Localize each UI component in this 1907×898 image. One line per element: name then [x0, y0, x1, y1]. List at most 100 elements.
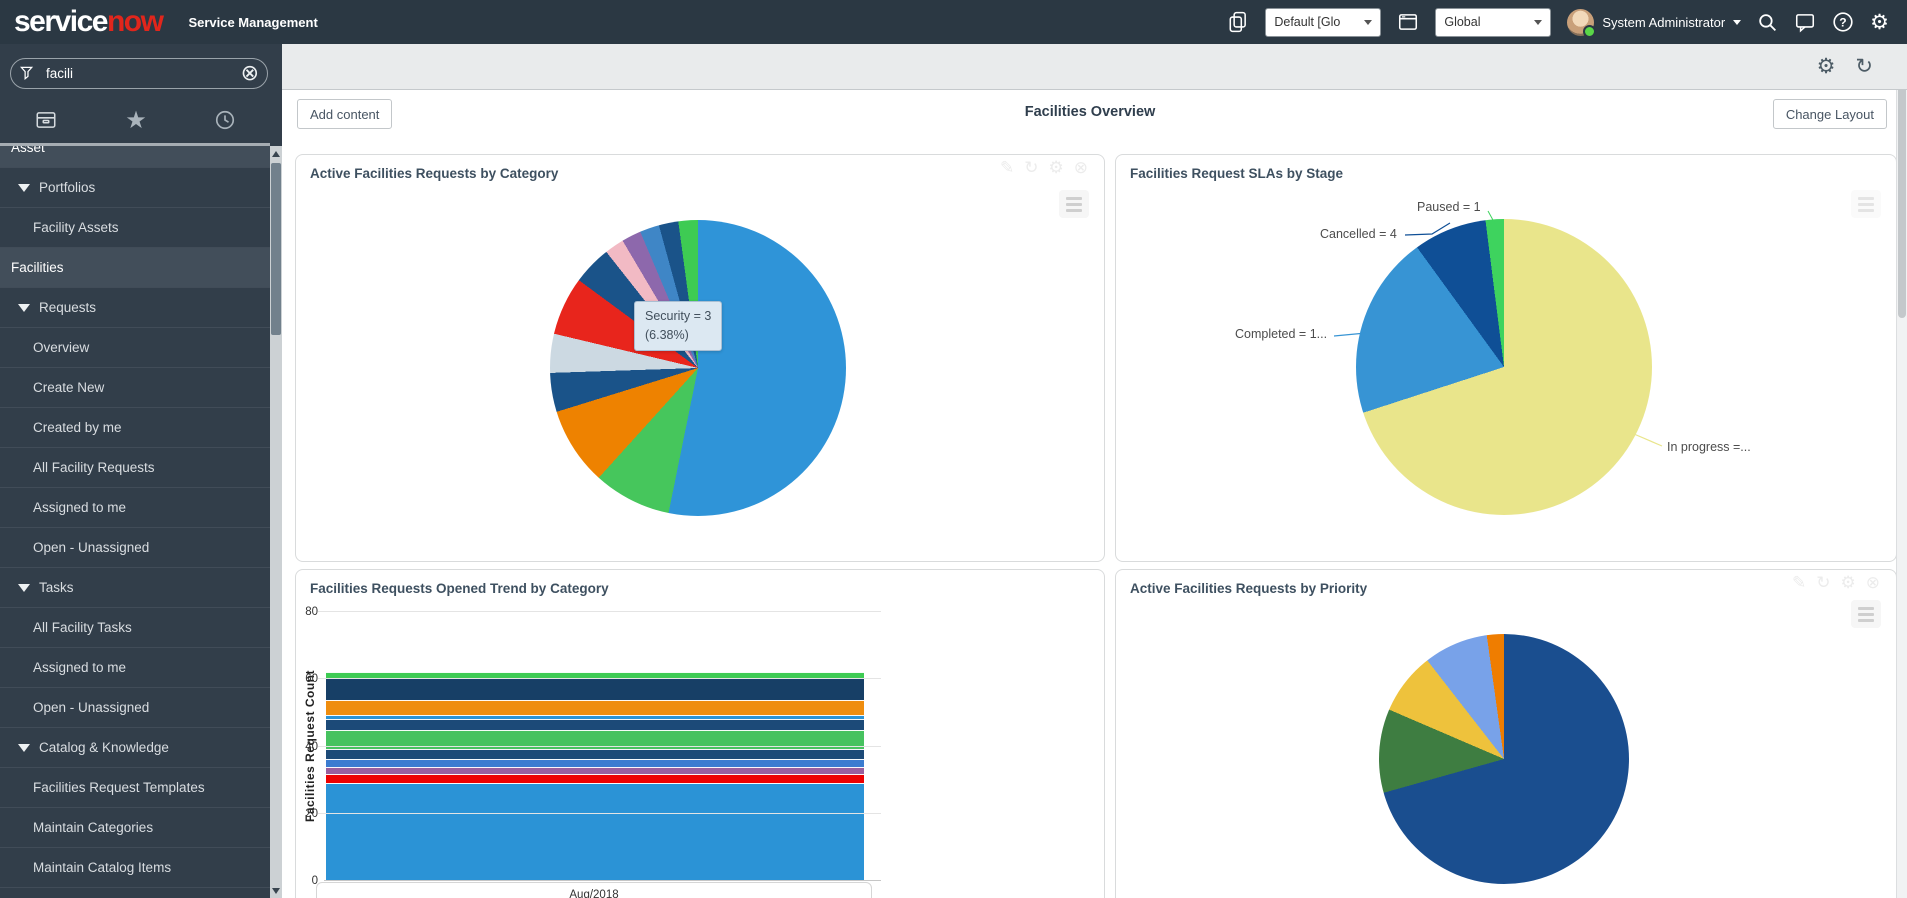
- sidebar-item-label: Create New: [33, 380, 104, 395]
- servicenow-logo[interactable]: servicenow: [14, 7, 162, 37]
- panel-requests-by-category: Active Facilities Requests by Category ✎…: [295, 154, 1105, 562]
- pie-chart-category[interactable]: [550, 220, 846, 516]
- panel-title: Facilities Request SLAs by Stage: [1130, 166, 1343, 181]
- sidebar-item-all-facility-tasks-12[interactable]: All Facility Tasks: [0, 608, 270, 648]
- chevron-down-icon: [18, 744, 30, 752]
- sidebar-item-catalog-knowledge-15[interactable]: Catalog & Knowledge: [0, 728, 270, 768]
- sidebar-item-facilities-3[interactable]: Facilities: [0, 248, 270, 288]
- sidebar-item-label: Created by me: [33, 420, 122, 435]
- x-axis-navigator[interactable]: Aug/2018: [316, 882, 872, 898]
- servicenow-app: servicenow Service Management Default [G…: [0, 0, 1907, 898]
- sidebar-item-label: All Facility Requests: [33, 460, 155, 475]
- chevron-down-icon: [18, 304, 30, 312]
- user-name: System Administrator: [1602, 15, 1725, 30]
- x-axis-label: Aug/2018: [569, 889, 618, 898]
- sidebar-item-maintain-catalog-items-18[interactable]: Maintain Catalog Items: [0, 848, 270, 888]
- edit-icon[interactable]: ✎: [1792, 575, 1806, 592]
- pie-chart-priority[interactable]: [1379, 634, 1629, 884]
- sidebar-item-label: Facility Assets: [33, 220, 119, 235]
- sidebar-item-all-facility-requests-8[interactable]: All Facility Requests: [0, 448, 270, 488]
- close-icon[interactable]: ⊗: [1866, 575, 1880, 592]
- chart-menu-button[interactable]: [1851, 190, 1881, 218]
- sidebar-nav: Asset Portfolios Facility Assets Facilities…: [0, 146, 270, 898]
- scroll-up-arrow[interactable]: [270, 146, 282, 161]
- gear-icon[interactable]: ⚙: [1841, 575, 1856, 592]
- add-content-button[interactable]: Add content: [297, 99, 392, 129]
- sidebar-scrollbar[interactable]: [270, 146, 282, 898]
- panel-opened-trend: Facilities Requests Opened Trend by Cate…: [295, 569, 1105, 898]
- edit-icon[interactable]: ✎: [1000, 160, 1014, 177]
- bar-segment[interactable]: [326, 700, 864, 715]
- search-icon[interactable]: [1757, 12, 1778, 33]
- help-icon[interactable]: ?: [1832, 11, 1854, 33]
- scroll-down-arrow[interactable]: [270, 883, 282, 898]
- sidebar-item-facility-assets-2[interactable]: Facility Assets: [0, 208, 270, 248]
- svg-text:?: ?: [1839, 15, 1846, 29]
- tab-history[interactable]: [214, 109, 236, 131]
- sidebar-item-portfolios-1[interactable]: Portfolios: [0, 168, 270, 208]
- bar-segment[interactable]: [326, 783, 864, 881]
- bar-segment[interactable]: [326, 774, 864, 782]
- application-scope-select[interactable]: Global: [1435, 8, 1551, 37]
- chart-menu-button[interactable]: [1059, 190, 1089, 218]
- bar-segment[interactable]: [326, 767, 864, 774]
- main-scrollbar-thumb[interactable]: [1898, 58, 1906, 318]
- chevron-down-icon: [18, 184, 30, 192]
- sidebar-item-facilities-request-templates-16[interactable]: Facilities Request Templates: [0, 768, 270, 808]
- gear-icon[interactable]: ⚙: [1049, 160, 1064, 177]
- sidebar-item-open-unassigned-10[interactable]: Open - Unassigned: [0, 528, 270, 568]
- change-layout-button[interactable]: Change Layout: [1773, 99, 1887, 129]
- sidebar-item-overview-5[interactable]: Overview: [0, 328, 270, 368]
- trend-bar[interactable]: [326, 672, 864, 880]
- bar-segment[interactable]: [326, 678, 864, 700]
- chart-menu-button[interactable]: [1851, 600, 1881, 628]
- bar-segment[interactable]: [326, 759, 864, 767]
- sidebar-item-open-unassigned-14[interactable]: Open - Unassigned: [0, 688, 270, 728]
- sidebar-item-maintain-categories-17[interactable]: Maintain Categories: [0, 808, 270, 848]
- refresh-icon[interactable]: ↻: [1816, 575, 1830, 592]
- main-scrollbar[interactable]: [1896, 44, 1907, 898]
- application-navigator: ⊗ ★ Asset Portfolios Facility Assets Facili…: [0, 44, 282, 898]
- panel-sla-by-stage: Facilities Request SLAs by Stage Paused …: [1115, 154, 1897, 562]
- gridline: [318, 813, 881, 814]
- filter-navigator-input[interactable]: [44, 65, 233, 82]
- gear-icon[interactable]: ⚙: [1870, 12, 1889, 33]
- sidebar-item-tasks-11[interactable]: Tasks: [0, 568, 270, 608]
- sidebar-item-requests-4[interactable]: Requests: [0, 288, 270, 328]
- clear-filter-icon[interactable]: ⊗: [241, 63, 259, 85]
- close-icon[interactable]: ⊗: [1074, 160, 1088, 177]
- sidebar-item-create-new-6[interactable]: Create New: [0, 368, 270, 408]
- refresh-icon[interactable]: ↻: [1024, 160, 1038, 177]
- sidebar-item-assigned-to-me-9[interactable]: Assigned to me: [0, 488, 270, 528]
- refresh-icon[interactable]: ↻: [1855, 56, 1873, 77]
- clock-icon: [214, 109, 236, 131]
- dashboard-settings-gear-icon[interactable]: ⚙: [1817, 56, 1836, 77]
- navigator-tabs: ★: [0, 97, 270, 146]
- archive-box-icon: [34, 108, 58, 132]
- scrollbar-thumb[interactable]: [271, 163, 281, 335]
- sidebar-item-label: Catalog & Knowledge: [39, 740, 169, 755]
- update-set-select[interactable]: Default [Glo: [1265, 8, 1381, 37]
- pie-chart-sla-stage[interactable]: [1356, 219, 1652, 515]
- sidebar-item-asset-0[interactable]: Asset: [0, 146, 270, 168]
- update-set-value: Default [Glo: [1274, 15, 1340, 29]
- connect-sidebar-icon[interactable]: [1227, 11, 1249, 33]
- sidebar-item-label: Maintain Categories: [33, 820, 153, 835]
- bar-segment[interactable]: [326, 749, 864, 759]
- panel-title: Facilities Requests Opened Trend by Cate…: [310, 581, 609, 596]
- chevron-down-icon: [18, 584, 30, 592]
- application-window-icon[interactable]: [1397, 11, 1419, 33]
- tab-all-applications[interactable]: [34, 108, 58, 132]
- page-title: Facilities Overview: [1025, 104, 1156, 120]
- pie-label-completed: Completed = 1...: [1235, 327, 1327, 341]
- tooltip-line1: Security = 3: [645, 307, 711, 326]
- logo-now: now: [107, 5, 163, 38]
- tab-favorites[interactable]: ★: [125, 108, 147, 132]
- sidebar-item-created-by-me-7[interactable]: Created by me: [0, 408, 270, 448]
- sidebar-item-label: Portfolios: [39, 180, 95, 195]
- sidebar-item-assigned-to-me-13[interactable]: Assigned to me: [0, 648, 270, 688]
- chat-icon[interactable]: [1794, 11, 1816, 33]
- user-menu[interactable]: System Administrator: [1567, 9, 1741, 36]
- sidebar-item-label: Facilities: [11, 260, 64, 275]
- bar-segment[interactable]: [326, 719, 864, 731]
